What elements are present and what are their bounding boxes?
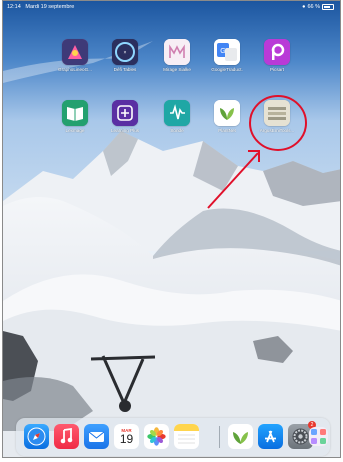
app-defi-tables[interactable]: × Défi Tables [99,39,151,72]
battery-icon [322,4,334,10]
safari-icon[interactable] [24,424,49,449]
argus-tool-icon [264,100,290,126]
app-label: Défi Tables [113,67,137,72]
dock-separator [219,426,220,448]
plantnet-icon [214,100,240,126]
status-bar-right: ● 66 % [302,4,334,10]
calendar-icon[interactable]: MAR 19 [114,424,139,449]
status-bar-left: 12:14 Mardi 19 septembre [7,4,74,10]
app-google-translate[interactable]: G GoogleTraduct. [201,39,253,72]
graphoLineo-icon [62,39,88,65]
status-date: Mardi 19 septembre [25,4,75,10]
app-argus-tools[interactable]: ArgusEmiTools... [251,100,303,133]
music-icon[interactable] [54,424,79,449]
app-label: Learning Plus [110,128,140,133]
sonde-icon [164,100,190,126]
defi-tables-icon: × [112,39,138,65]
app-label: GraphoLineoG... [58,67,92,72]
app-mirage[interactable]: Mirage Sialke [151,39,203,72]
app-label: ArgusEmiTools... [259,128,295,133]
app-store-icon[interactable] [258,424,283,449]
app-plantnet[interactable]: PlantNet [201,100,253,133]
app-label: Mirage Sialke [163,67,191,72]
photos-icon[interactable] [144,424,169,449]
app-library-icon[interactable] [309,427,328,446]
status-time: 12:14 [7,4,21,10]
mail-icon[interactable] [84,424,109,449]
app-label: Picsart [269,67,285,72]
notes-icon[interactable] [174,424,199,449]
mirage-icon [164,39,190,65]
svg-text:×: × [124,50,127,56]
svg-text:G: G [220,48,225,55]
app-label: Sonde [170,128,184,133]
picsart-icon [264,39,290,65]
app-picsart[interactable]: Picsart [251,39,303,72]
plantnet-dock-icon[interactable] [228,424,253,449]
app-lexmage[interactable]: Lexmage [49,100,101,133]
learning-plus-icon [112,100,138,126]
wifi-icon: ● [302,4,306,10]
ipad-home-screen: 12:14 Mardi 19 septembre ● 66 % GraphoLi… [2,0,341,458]
app-learning-plus[interactable]: Learning Plus [99,100,151,133]
dock: MAR 19 2 [16,418,330,456]
app-label: PlantNet [218,128,236,133]
calendar-date: 19 [119,432,134,447]
app-graphoLineo[interactable]: GraphoLineoG... [49,39,101,72]
app-label: Lexmage [65,128,85,133]
battery-percent: 66 % [307,4,320,10]
app-label: GoogleTraduct. [211,67,243,72]
google-translate-icon: G [214,39,240,65]
app-sonde[interactable]: Sonde [151,100,203,133]
lexmage-icon [62,100,88,126]
